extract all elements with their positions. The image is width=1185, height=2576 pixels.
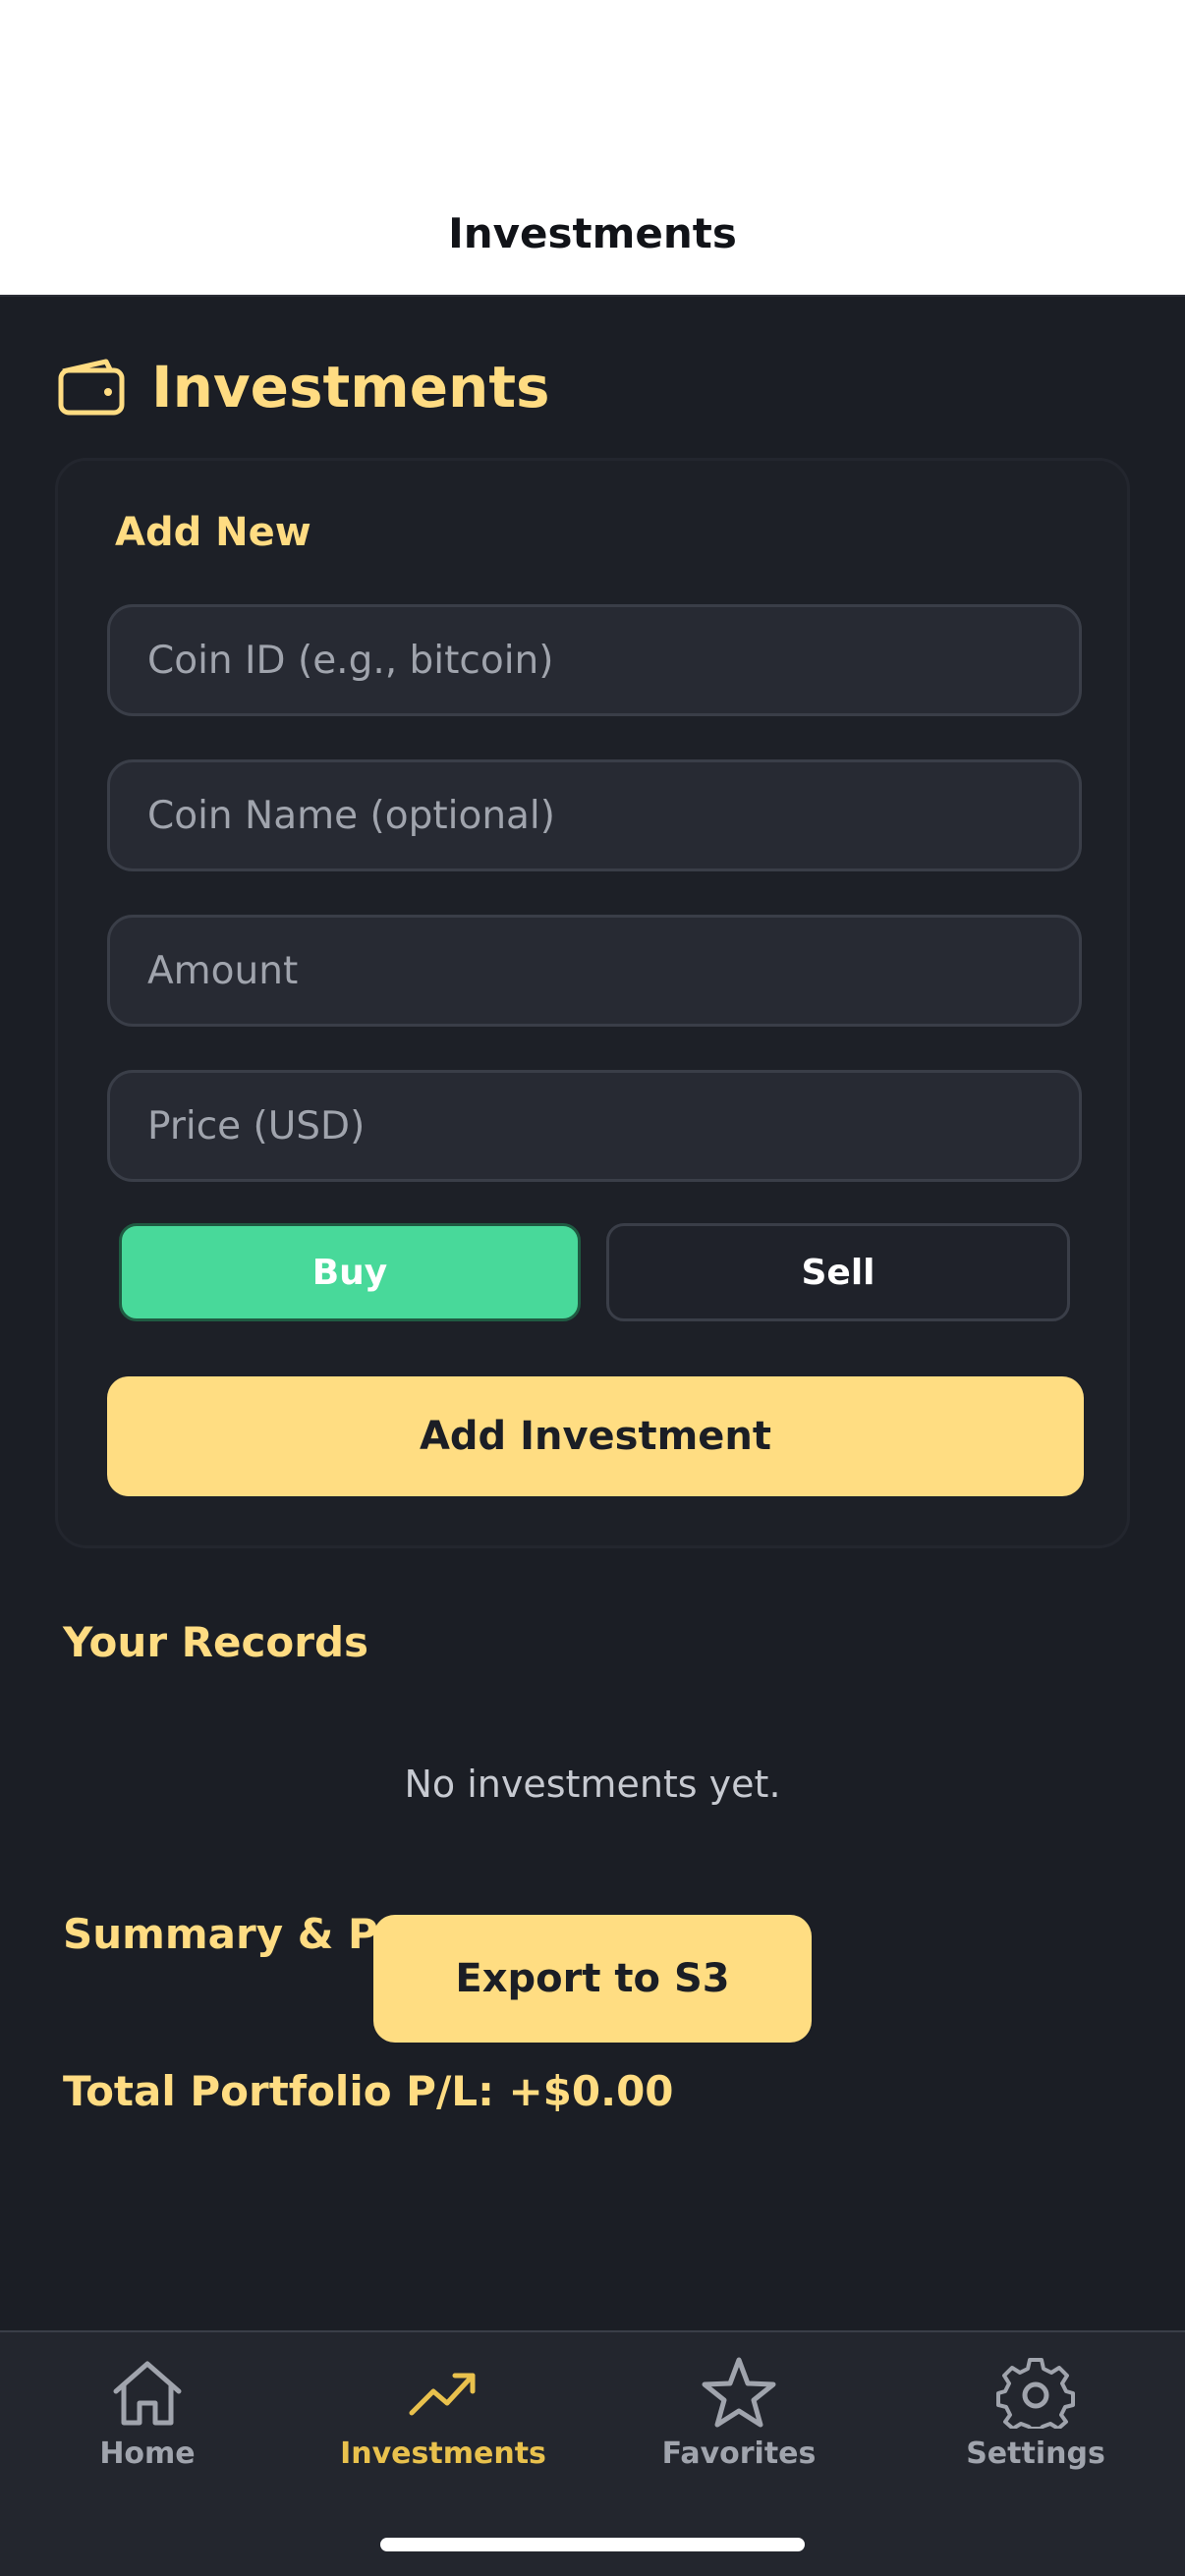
tab-favorites[interactable]: Favorites — [592, 2332, 886, 2490]
add-new-card: Add New Buy Sell Add Investment — [55, 458, 1130, 1548]
add-investment-button[interactable]: Add Investment — [107, 1376, 1084, 1496]
star-icon — [702, 2357, 776, 2428]
gear-icon — [996, 2358, 1075, 2429]
tab-settings[interactable]: Settings — [888, 2332, 1183, 2490]
tab-home-label: Home — [99, 2436, 196, 2471]
tab-investments-label: Investments — [340, 2436, 546, 2471]
records-title: Your Records — [63, 1618, 369, 1666]
tab-favorites-label: Favorites — [661, 2436, 817, 2471]
coin-name-input[interactable] — [107, 759, 1082, 871]
price-input[interactable] — [107, 1070, 1082, 1182]
add-new-title: Add New — [115, 510, 311, 555]
total-portfolio-pl: Total Portfolio P/L: +$0.00 — [63, 2067, 674, 2115]
export-s3-button[interactable]: Export to S3 — [373, 1915, 812, 2043]
tab-investments[interactable]: Investments — [296, 2332, 591, 2490]
trending-up-icon — [409, 2373, 476, 2416]
tab-home[interactable]: Home — [0, 2332, 295, 2490]
buy-button[interactable]: Buy — [119, 1223, 581, 1321]
home-indicator[interactable] — [380, 2538, 805, 2551]
page-title: Investments — [151, 354, 550, 420]
amount-input[interactable] — [107, 915, 1082, 1027]
wallet-icon — [58, 359, 125, 416]
navigation-header: Investments — [0, 0, 1185, 297]
records-empty-text: No investments yet. — [404, 1763, 781, 1806]
sell-button[interactable]: Sell — [606, 1223, 1070, 1321]
page-heading: Investments — [57, 353, 550, 421]
coin-id-input[interactable] — [107, 604, 1082, 716]
home-icon — [113, 2361, 182, 2426]
tab-settings-label: Settings — [966, 2436, 1105, 2471]
nav-title: Investments — [448, 209, 737, 257]
